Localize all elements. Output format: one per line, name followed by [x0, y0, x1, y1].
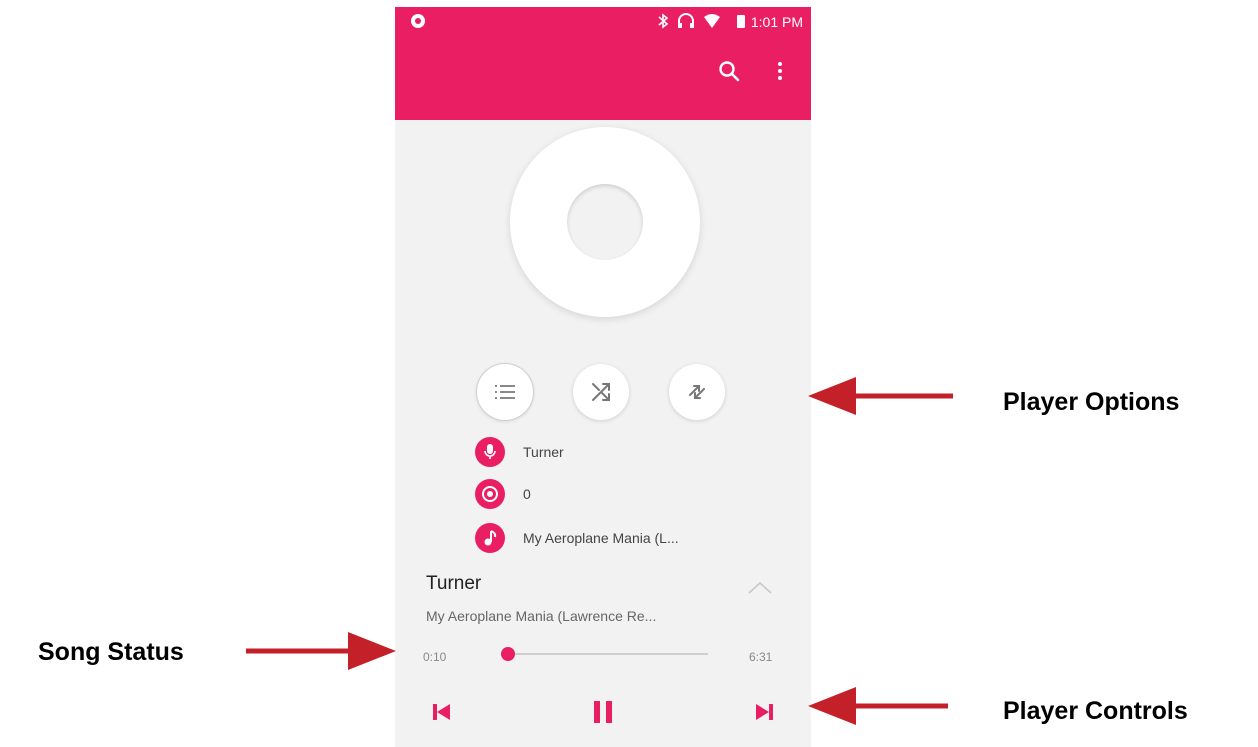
status-icons: [657, 13, 721, 29]
song-status-arrow: [246, 632, 396, 670]
repeat-button[interactable]: [669, 364, 725, 420]
disc-center: [567, 184, 643, 260]
album-icon: [475, 479, 505, 509]
previous-button[interactable]: [421, 692, 461, 732]
seek-bar[interactable]: [501, 647, 708, 661]
shuffle-button[interactable]: [573, 364, 629, 420]
player-controls-arrow: [808, 687, 948, 725]
playlist-icon: [495, 385, 515, 399]
wifi-icon: [704, 14, 720, 28]
bluetooth-icon: [658, 13, 669, 29]
album-art-disc: [510, 127, 700, 317]
repeat-icon: [689, 385, 705, 399]
album-row: 0: [475, 479, 531, 509]
player-options-label: Player Options: [1003, 388, 1180, 416]
status-bar: 1:01 PM: [395, 7, 811, 37]
player-options-arrow: [808, 377, 953, 415]
status-time: 1:01 PM: [750, 14, 803, 30]
pause-icon: [594, 701, 612, 723]
search-icon[interactable]: [717, 59, 743, 85]
elapsed-time: 0:10: [423, 650, 447, 664]
pause-button[interactable]: [583, 692, 623, 732]
headset-icon: [678, 13, 694, 28]
now-playing-title[interactable]: Turner: [426, 573, 481, 595]
chevron-up-icon[interactable]: [747, 581, 773, 595]
album-name: 0: [523, 486, 531, 502]
skip-previous-icon: [433, 704, 450, 720]
shuffle-icon: [592, 383, 610, 401]
player-controls-label: Player Controls: [1003, 697, 1188, 725]
song-row: My Aeroplane Mania (L...: [475, 523, 679, 553]
artist-name: Turner: [523, 444, 564, 460]
now-playing-subtitle: My Aeroplane Mania (Lawrence Re...: [426, 608, 657, 624]
next-button[interactable]: [745, 692, 785, 732]
app-bar: [395, 37, 811, 120]
music-note-icon: [475, 523, 505, 553]
playlist-button[interactable]: [477, 364, 533, 420]
artist-row: Turner: [475, 437, 564, 467]
seek-thumb[interactable]: [501, 647, 516, 661]
phone-screen: 1:01 PM Turner 0 My Aeroplane Mania (L..…: [395, 7, 811, 747]
song-name: My Aeroplane Mania (L...: [523, 530, 679, 546]
microphone-icon: [475, 437, 505, 467]
skip-next-icon: [756, 704, 773, 720]
song-status-label: Song Status: [38, 638, 184, 666]
battery-icon: [737, 15, 745, 28]
notification-icon: [411, 14, 425, 28]
more-vert-icon[interactable]: [775, 59, 785, 85]
total-duration: 6:31: [749, 650, 773, 664]
